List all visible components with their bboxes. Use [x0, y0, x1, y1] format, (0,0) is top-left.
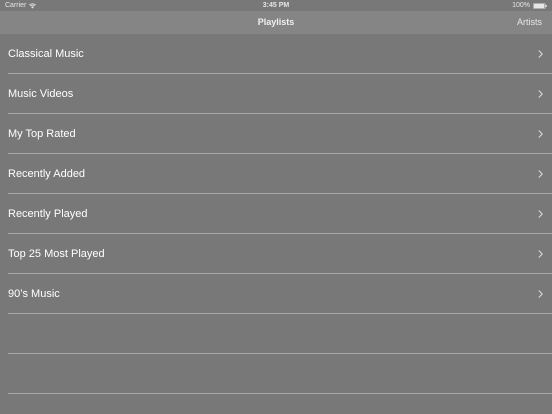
playlist-label: Classical Music [8, 48, 84, 60]
navigation-bar: Playlists Artists [0, 11, 552, 34]
chevron-right-icon [538, 210, 543, 218]
chevron-right-icon [538, 290, 543, 298]
chevron-right-icon [538, 170, 543, 178]
playlist-row[interactable]: Recently Added [0, 154, 552, 194]
playlist-list: Classical Music Music Videos My Top Rate… [0, 34, 552, 394]
empty-row [0, 314, 552, 354]
artists-button[interactable]: Artists [517, 11, 542, 34]
playlist-row[interactable]: Top 25 Most Played [0, 234, 552, 274]
battery-icon [533, 2, 547, 9]
playlist-label: Recently Added [8, 168, 86, 180]
playlist-label: 90’s Music [8, 288, 60, 300]
chevron-right-icon [538, 90, 543, 98]
playlist-label: Music Videos [8, 88, 74, 100]
chevron-right-icon [538, 130, 543, 138]
chevron-right-icon [538, 50, 543, 58]
playlist-label: Recently Played [8, 208, 88, 220]
playlist-row[interactable]: My Top Rated [0, 114, 552, 154]
status-right: 100% [512, 0, 547, 11]
battery-percent: 100% [512, 2, 530, 9]
playlist-row[interactable]: Recently Played [0, 194, 552, 234]
status-bar: Carrier 3:45 PM 100% [0, 0, 552, 11]
playlist-row[interactable]: Classical Music [0, 34, 552, 74]
playlist-row[interactable]: 90’s Music [0, 274, 552, 314]
empty-row [0, 354, 552, 394]
nav-title: Playlists [257, 17, 295, 27]
playlist-row[interactable]: Music Videos [0, 74, 552, 114]
chevron-right-icon [538, 250, 543, 258]
playlist-label: Top 25 Most Played [8, 248, 105, 260]
playlist-label: My Top Rated [8, 128, 76, 140]
status-time: 3:45 PM [262, 2, 290, 9]
